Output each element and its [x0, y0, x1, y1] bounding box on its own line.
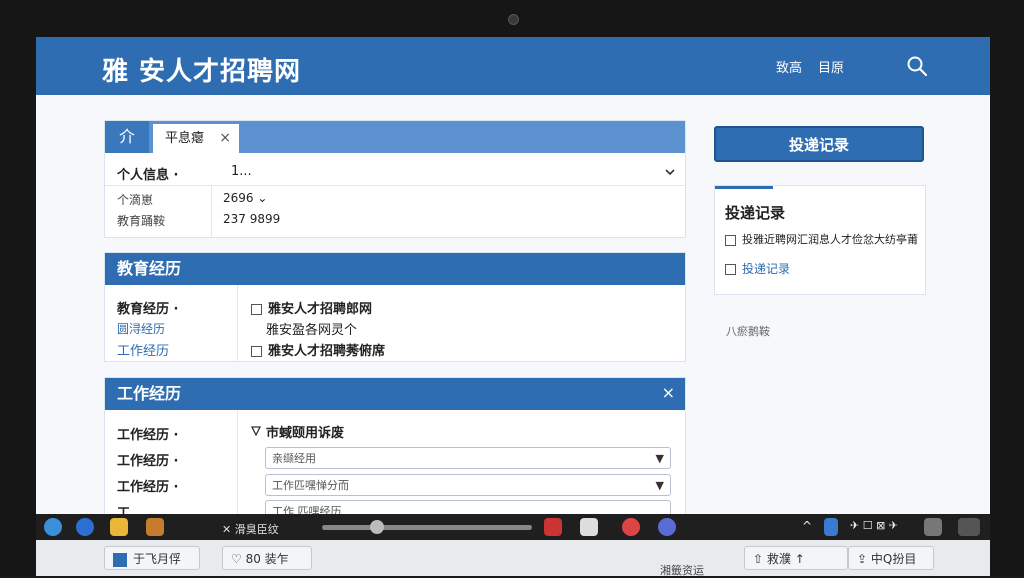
- arrow-up-icon: ⇧: [753, 552, 767, 566]
- personal-row-value[interactable]: 2696 ⌄: [223, 191, 267, 205]
- taskbar-window[interactable]: ✕ 滑臭臣纹: [222, 521, 279, 537]
- tray-icon[interactable]: [824, 518, 838, 536]
- notification-icon[interactable]: [924, 518, 942, 536]
- record-item[interactable]: 投递记录: [725, 260, 790, 277]
- app-icon[interactable]: [544, 518, 562, 536]
- bottom-button-label: 中Q扮目: [870, 552, 917, 566]
- close-icon[interactable]: ×: [219, 124, 231, 153]
- folder-icon[interactable]: [110, 518, 128, 536]
- checkbox[interactable]: [251, 346, 262, 357]
- chevron-down-icon[interactable]: [665, 168, 675, 176]
- taskbar-window-label: 滑臭臣纹: [234, 523, 279, 536]
- checkbox[interactable]: [251, 304, 262, 315]
- share-icon: ⇪: [857, 552, 871, 566]
- site-header: 雅 安人才招聘网 致高 目原: [36, 37, 990, 95]
- progress-handle[interactable]: [370, 520, 384, 534]
- education-item-label: 雅安人才招聘莠俯席: [268, 344, 386, 359]
- chevron-up-icon[interactable]: ^: [802, 519, 812, 533]
- personal-row-label: 个滴崽: [117, 193, 154, 207]
- personal-row-label: 教育踊鞍: [117, 214, 166, 228]
- work-panel: 工作经历 × 工作经历 · 工作经历 · 工作经历 · 工 市蜮颐用诉废 亲缬经…: [104, 377, 686, 537]
- card-accent: [715, 186, 773, 189]
- work-label: 工作经历 ·: [117, 480, 179, 495]
- select-value: 工作匹嘿惮分而: [272, 479, 349, 492]
- bottom-toolbar: 于飞月俘 ♡ 80 装乍 湘籤资运 ⇧ 救濮 ↑ ⇪ 中Q扮目: [36, 540, 990, 577]
- chevron-down-icon: ▼: [655, 452, 664, 465]
- arrow-up-icon: ↑: [790, 552, 805, 566]
- taskbar: ✕ 滑臭臣纹 ^ ✈ ☐ ⊠ ✈: [36, 514, 990, 540]
- sidebar-note: 八瘀鹅鞍: [726, 325, 770, 338]
- record-item-label: 投雅近聘网汇润息人才俭忿大纺亭莆: [742, 233, 918, 246]
- personal-row-value: 237 9899: [223, 212, 281, 226]
- bottom-button-label: 于飞月俘: [133, 552, 182, 566]
- education-item[interactable]: 雅安人才招聘莠俯席: [251, 340, 385, 359]
- education-link[interactable]: 圆浔经历: [117, 320, 165, 337]
- work-filter-title: 市蜮颐用诉废: [266, 426, 345, 441]
- select-value: 亲缬经用: [272, 452, 316, 465]
- personal-title-label: 个人信息 ·: [117, 168, 179, 183]
- search-icon[interactable]: [906, 55, 928, 77]
- bottom-button-label: 救濮: [766, 552, 791, 566]
- bottom-button[interactable]: ♡ 80 装乍: [222, 546, 312, 570]
- divider: [105, 185, 685, 186]
- education-item[interactable]: 雅安人才招聘郎网: [251, 298, 372, 317]
- mail-icon[interactable]: [580, 518, 598, 536]
- work-label: 工作经历 ·: [117, 428, 179, 443]
- personal-title-value: 1...: [231, 164, 252, 179]
- bottom-button[interactable]: ⇪ 中Q扮目: [848, 546, 934, 570]
- work-header: 工作经历: [105, 378, 685, 410]
- chevron-down-icon: ▼: [655, 479, 664, 492]
- education-link[interactable]: 工作经历: [117, 340, 169, 359]
- tab-active[interactable]: 平息瘪 ×: [153, 124, 239, 153]
- education-header: 教育经历: [105, 253, 685, 285]
- tab-active-label: 平息瘪: [165, 131, 205, 146]
- filter-icon: [251, 426, 261, 436]
- education-item-label: 雅安盈各网灵个: [266, 323, 358, 338]
- nav-link-2[interactable]: 目原: [818, 57, 844, 76]
- app-icon[interactable]: [146, 518, 164, 536]
- bottom-button-label: 80 装乍: [245, 552, 289, 566]
- media-progress[interactable]: [322, 525, 532, 530]
- app-icon: [113, 552, 127, 567]
- chrome-icon[interactable]: [622, 518, 640, 536]
- education-panel: 教育经历 教育经历 · 圆浔经历 工作经历 雅安人才招聘郎网 雅安盈各网灵个 雅…: [104, 252, 686, 362]
- column-divider: [237, 285, 238, 361]
- work-label: 工作经历 ·: [117, 454, 179, 469]
- record-item-label: 投递记录: [742, 262, 791, 276]
- work-select[interactable]: 亲缬经用 ▼: [265, 447, 671, 469]
- page-content: 介 平息瘪 × 个人信息 · 1... 个滴崽 2696 ⌄ 教育踊鞍 237 …: [36, 95, 990, 537]
- education-label: 教育经历 ·: [117, 302, 179, 317]
- bottom-button[interactable]: ⇧ 救濮 ↑: [744, 546, 848, 570]
- record-card: 投递记录 投雅近聘网汇润息人才俭忿大纺亭莆 投递记录: [714, 185, 926, 295]
- nav-link-1[interactable]: 致高: [776, 57, 802, 76]
- checkbox[interactable]: [725, 234, 736, 246]
- keyboard-icon[interactable]: [958, 518, 980, 536]
- education-item-label: 雅安人才招聘郎网: [268, 302, 373, 317]
- close-icon[interactable]: ×: [662, 383, 675, 402]
- record-item[interactable]: 投雅近聘网汇润息人才俭忿大纺亭莆: [725, 231, 918, 247]
- browser-icon[interactable]: [76, 518, 94, 536]
- site-title[interactable]: 雅 安人才招聘网: [102, 51, 301, 88]
- edge-icon[interactable]: [44, 518, 62, 536]
- browser-screen: 雅 安人才招聘网 致高 目原 介 平息瘪 × 个人信息 · 1... 个滴崽 2…: [36, 37, 990, 537]
- app-icon[interactable]: [658, 518, 676, 536]
- tab-bar: 介 平息瘪 ×: [105, 121, 685, 153]
- application-record-button[interactable]: 投递记录: [714, 126, 924, 162]
- work-select[interactable]: 工作匹嘿惮分而 ▼: [265, 474, 671, 496]
- webcam: [508, 14, 519, 25]
- tab-home[interactable]: 介: [105, 121, 149, 153]
- heart-icon: ♡: [231, 552, 246, 566]
- bottom-button[interactable]: 于飞月俘: [104, 546, 200, 570]
- record-card-title: 投递记录: [725, 204, 786, 222]
- personal-info-panel: 介 平息瘪 × 个人信息 · 1... 个滴崽 2696 ⌄ 教育踊鞍 237 …: [104, 120, 686, 238]
- checkbox[interactable]: [725, 264, 736, 275]
- tray-icons[interactable]: ✈ ☐ ⊠ ✈: [850, 519, 898, 532]
- column-divider: [211, 185, 212, 237]
